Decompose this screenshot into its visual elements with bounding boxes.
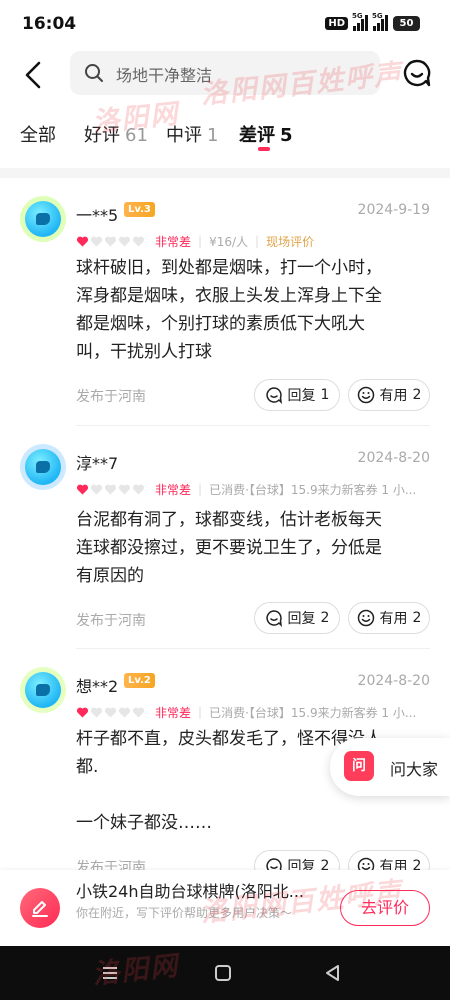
level-badge: Lv.3 [124, 202, 155, 217]
comment-icon [265, 387, 282, 404]
avatar[interactable] [20, 667, 66, 713]
heart-empty-icon [104, 707, 117, 717]
system-nav-bar [0, 946, 450, 1000]
shop-name[interactable]: 小铁24h自助台球棋牌(洛阳北... [76, 878, 331, 902]
rating-line: 非常差 | 已消费·【台球】15.9来力新客券 1 小... [76, 480, 431, 498]
cellular-signal-icon: 5G [352, 12, 368, 31]
battery-icon: 50 [393, 15, 420, 31]
review-consumption: 已消费·【台球】15.9来力新客券 1 小... [209, 482, 417, 497]
pencil-icon [32, 901, 48, 917]
rating-word: 非常差 [155, 234, 192, 249]
rating-hearts [76, 483, 145, 496]
smiley-icon [357, 609, 374, 627]
heart-empty-icon [118, 484, 131, 494]
rating-hearts [76, 706, 145, 719]
heart-empty-icon [118, 236, 131, 246]
heart-filled-icon [76, 236, 89, 246]
heart-empty-icon [132, 707, 145, 717]
tab-negative[interactable]: 差评 5 [239, 121, 293, 147]
chevron-left-icon [25, 61, 41, 89]
useful-button[interactable]: 有用 2 [348, 602, 430, 634]
rating-word: 非常差 [155, 705, 192, 720]
review-divider [76, 425, 430, 426]
review-divider [76, 648, 430, 649]
useful-button[interactable]: 有用 2 [348, 379, 430, 411]
avatar[interactable] [20, 196, 66, 242]
tab-positive[interactable]: 好评 61 [84, 121, 148, 147]
comment-icon [265, 610, 282, 627]
chat-smile-icon [403, 59, 431, 87]
review-location: 发布于河南 [76, 613, 146, 629]
heart-empty-icon [104, 236, 117, 246]
reply-button[interactable]: 回复 1 [254, 379, 340, 411]
message-button[interactable] [402, 58, 432, 88]
rating-line: 非常差 | 已消费·【台球】15.9来力新客券 1 小... [76, 703, 431, 721]
avatar[interactable] [20, 444, 66, 490]
rating-line: 非常差 | ¥16/人 | 现场评价 [76, 232, 431, 250]
heart-empty-icon [104, 484, 117, 494]
review-date: 2024-8-20 [357, 673, 430, 689]
ask-everyone-label: 问大家 [390, 760, 439, 779]
search-icon [85, 64, 103, 82]
review-username[interactable]: 淳**7 [76, 450, 118, 474]
status-time: 16:04 [22, 14, 77, 34]
section-divider [0, 168, 450, 178]
home-icon[interactable] [213, 963, 233, 983]
review-location: 发布于河南 [76, 389, 146, 405]
bottom-bar: 小铁24h自助台球棋牌(洛阳北... 你在附近，写下评价帮助更多用户决策～ 去评… [0, 870, 450, 946]
write-review-icon[interactable] [20, 888, 60, 928]
rating-word: 非常差 [155, 482, 192, 497]
smiley-icon [357, 386, 374, 404]
back-triangle-icon[interactable] [323, 963, 343, 983]
tab-all[interactable]: 全部 [20, 121, 56, 147]
tab-neutral[interactable]: 中评 1 [166, 121, 218, 147]
heart-empty-icon [132, 484, 145, 494]
hd-indicator: HD [325, 16, 348, 30]
review-username[interactable]: 一**5 [76, 202, 118, 226]
heart-empty-icon [132, 236, 145, 246]
review-source-tag: 现场评价 [266, 234, 315, 249]
heart-empty-icon [90, 707, 103, 717]
review-price: ¥16/人 [209, 234, 249, 249]
level-badge: Lv.2 [124, 673, 155, 688]
heart-empty-icon [118, 707, 131, 717]
write-review-button[interactable]: 去评价 [340, 890, 430, 926]
status-bar: 16:04 HD 5G 5G 50 [0, 0, 450, 48]
review-consumption: 已消费·【台球】15.9来力新客券 1 小... [209, 705, 417, 720]
review-date: 2024-9-19 [357, 202, 430, 218]
cellular-signal-icon-2: 5G [372, 12, 388, 31]
review-hint: 你在附近，写下评价帮助更多用户决策～ [76, 906, 293, 920]
status-icons: HD 5G 5G 50 [325, 12, 420, 31]
active-tab-indicator [258, 147, 270, 151]
header: 场地干净整洁 [0, 48, 450, 104]
heart-empty-icon [90, 484, 103, 494]
review-item: 一**5 Lv.3 2024-9-19 非常差 | ¥16/人 | 现场评价 球… [0, 196, 450, 426]
search-input[interactable]: 场地干净整洁 [70, 51, 380, 95]
rating-hearts [76, 235, 145, 248]
menu-icon[interactable] [100, 963, 120, 983]
heart-filled-icon [76, 707, 89, 717]
back-button[interactable] [20, 60, 46, 90]
filter-tabs: 全部 好评 61 中评 1 差评 5 [0, 104, 450, 160]
review-item: 淳**7 2024-8-20 非常差 | 已消费·【台球】15.9来力新客券 1… [0, 444, 450, 649]
heart-empty-icon [90, 236, 103, 246]
review-text[interactable]: 台泥都有洞了，球都变线，估计老板每天 连球都没擦过，更不要说卫生了，分低是 有原… [76, 506, 426, 590]
question-icon: 问 [344, 751, 374, 781]
review-text[interactable]: 球杆破旧，到处都是烟味，打一个小时， 浑身都是烟味，衣服上头发上浑身上下全 都是… [76, 254, 426, 366]
ask-everyone-button[interactable]: 问 问大家 [330, 738, 450, 796]
search-placeholder: 场地干净整洁 [116, 66, 213, 85]
review-date: 2024-8-20 [357, 450, 430, 466]
heart-filled-icon [76, 484, 89, 494]
review-username[interactable]: 想**2 [76, 673, 118, 697]
reply-button[interactable]: 回复 2 [254, 602, 340, 634]
